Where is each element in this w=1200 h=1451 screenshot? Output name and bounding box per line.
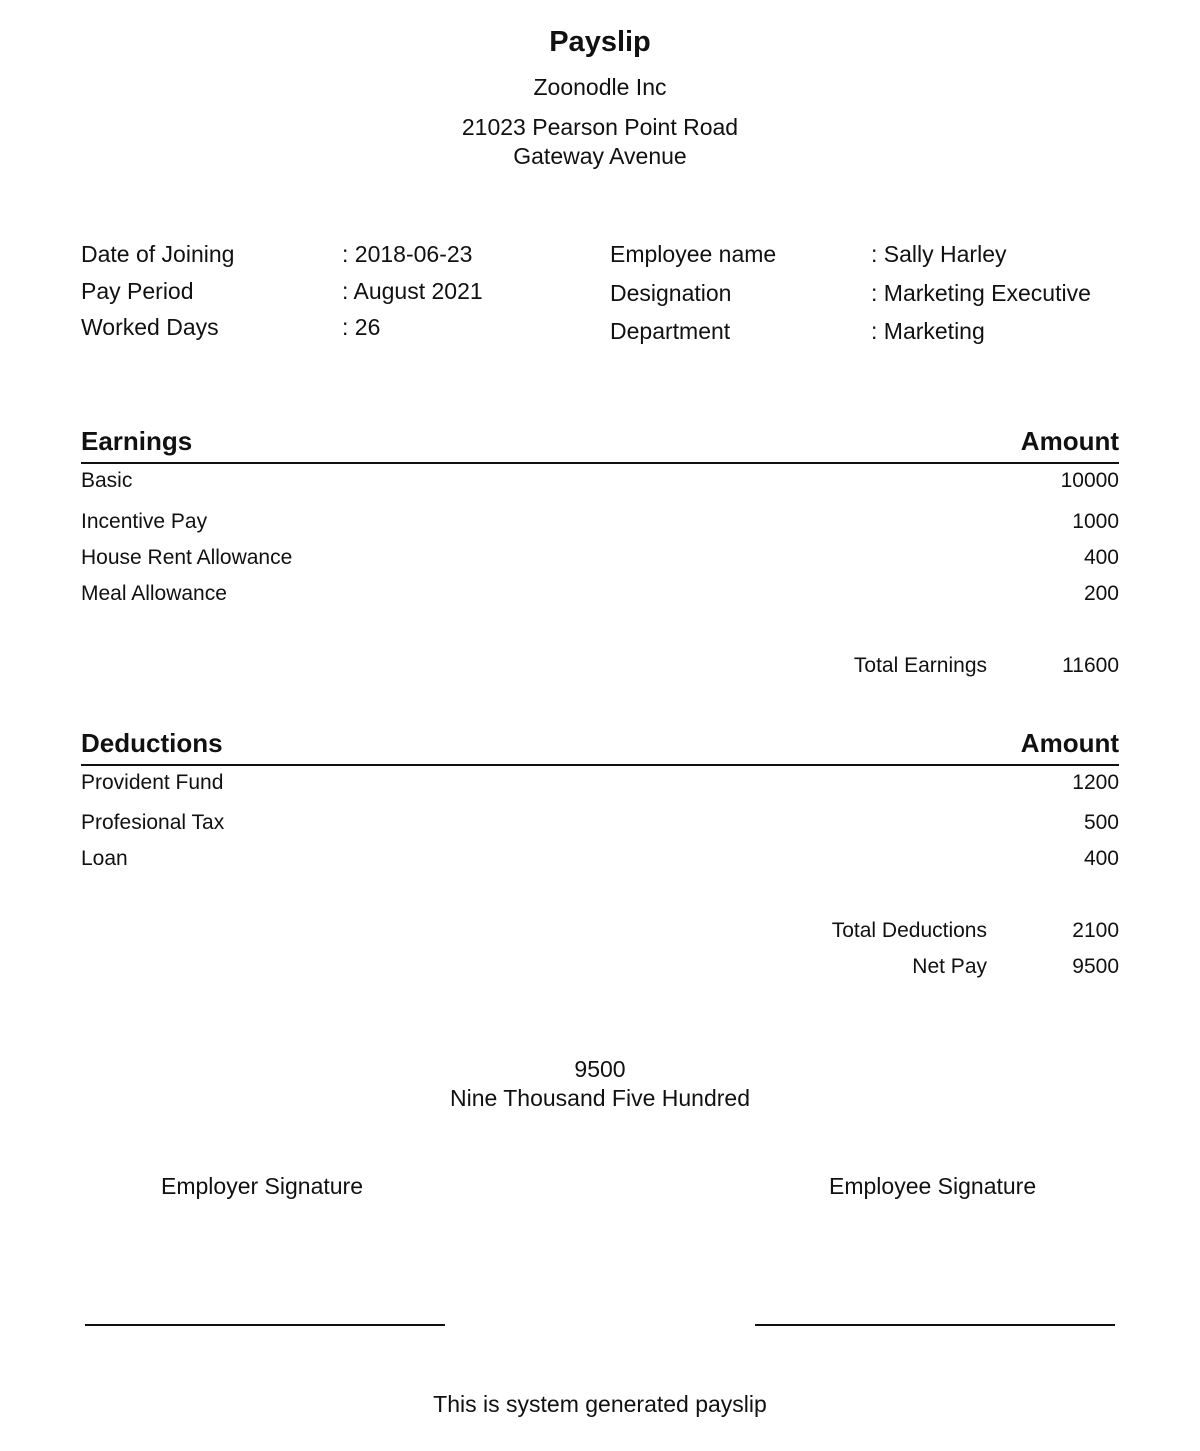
footer-note: This is system generated payslip	[433, 1391, 767, 1417]
earnings-item-amount: 10000	[1060, 469, 1119, 492]
deductions-item-amount: 400	[1083, 847, 1119, 870]
employee-name-label: Employee name	[610, 241, 777, 267]
net-pay-summary-amount: 9500	[574, 1056, 626, 1082]
department-label: Department	[610, 318, 731, 344]
pay-period-value: : August 2021	[342, 278, 483, 304]
company-address-line2: Gateway Avenue	[513, 143, 687, 169]
earnings-item-label: Meal Allowance	[81, 582, 227, 605]
deductions-divider	[81, 764, 1119, 766]
worked-days-label: Worked Days	[81, 314, 219, 340]
earnings-amount-heading: Amount	[1020, 426, 1119, 456]
deductions-item-label: Provident Fund	[81, 771, 224, 794]
total-deductions-amount: 2100	[1072, 919, 1119, 942]
designation-value: : Marketing Executive	[871, 280, 1091, 306]
date-of-joining-value: : 2018-06-23	[342, 241, 473, 267]
earnings-item-amount: 400	[1083, 546, 1119, 569]
deductions-item-amount: 500	[1083, 811, 1119, 834]
department-value: : Marketing	[871, 318, 985, 344]
company-name: Zoonodle Inc	[533, 74, 667, 100]
deductions-item-label: Profesional Tax	[81, 811, 225, 834]
company-address-line1: 21023 Pearson Point Road	[461, 114, 739, 140]
date-of-joining-label: Date of Joining	[81, 241, 235, 267]
earnings-item-amount: 1000	[1072, 510, 1119, 533]
earnings-item-label: Incentive Pay	[81, 510, 208, 533]
deductions-item-label: Loan	[81, 847, 128, 870]
earnings-heading: Earnings	[81, 426, 193, 456]
pay-period-label: Pay Period	[81, 278, 194, 304]
net-pay-in-words: Nine Thousand Five Hundred	[449, 1085, 751, 1111]
earnings-divider	[81, 462, 1119, 464]
employer-signature-label: Employer Signature	[161, 1173, 363, 1199]
earnings-item-label: Basic	[81, 469, 133, 492]
employee-name-value: : Sally Harley	[871, 241, 1007, 267]
employee-signature-line	[755, 1324, 1115, 1326]
designation-label: Designation	[610, 280, 732, 306]
employer-signature-line	[85, 1324, 445, 1326]
total-earnings-amount: 11600	[1062, 654, 1119, 677]
earnings-item-label: House Rent Allowance	[81, 546, 293, 569]
worked-days-value: : 26	[342, 314, 381, 340]
deductions-heading: Deductions	[81, 728, 223, 758]
deductions-amount-heading: Amount	[1020, 728, 1119, 758]
payslip-title: Payslip	[549, 26, 651, 58]
net-pay-amount: 9500	[1072, 955, 1119, 978]
deductions-item-amount: 1200	[1072, 771, 1119, 794]
total-deductions-label: Total Deductions	[831, 919, 987, 942]
employee-signature-label: Employee Signature	[829, 1173, 1037, 1199]
earnings-item-amount: 200	[1083, 582, 1119, 605]
net-pay-label: Net Pay	[912, 955, 987, 978]
total-earnings-label: Total Earnings	[853, 654, 987, 677]
